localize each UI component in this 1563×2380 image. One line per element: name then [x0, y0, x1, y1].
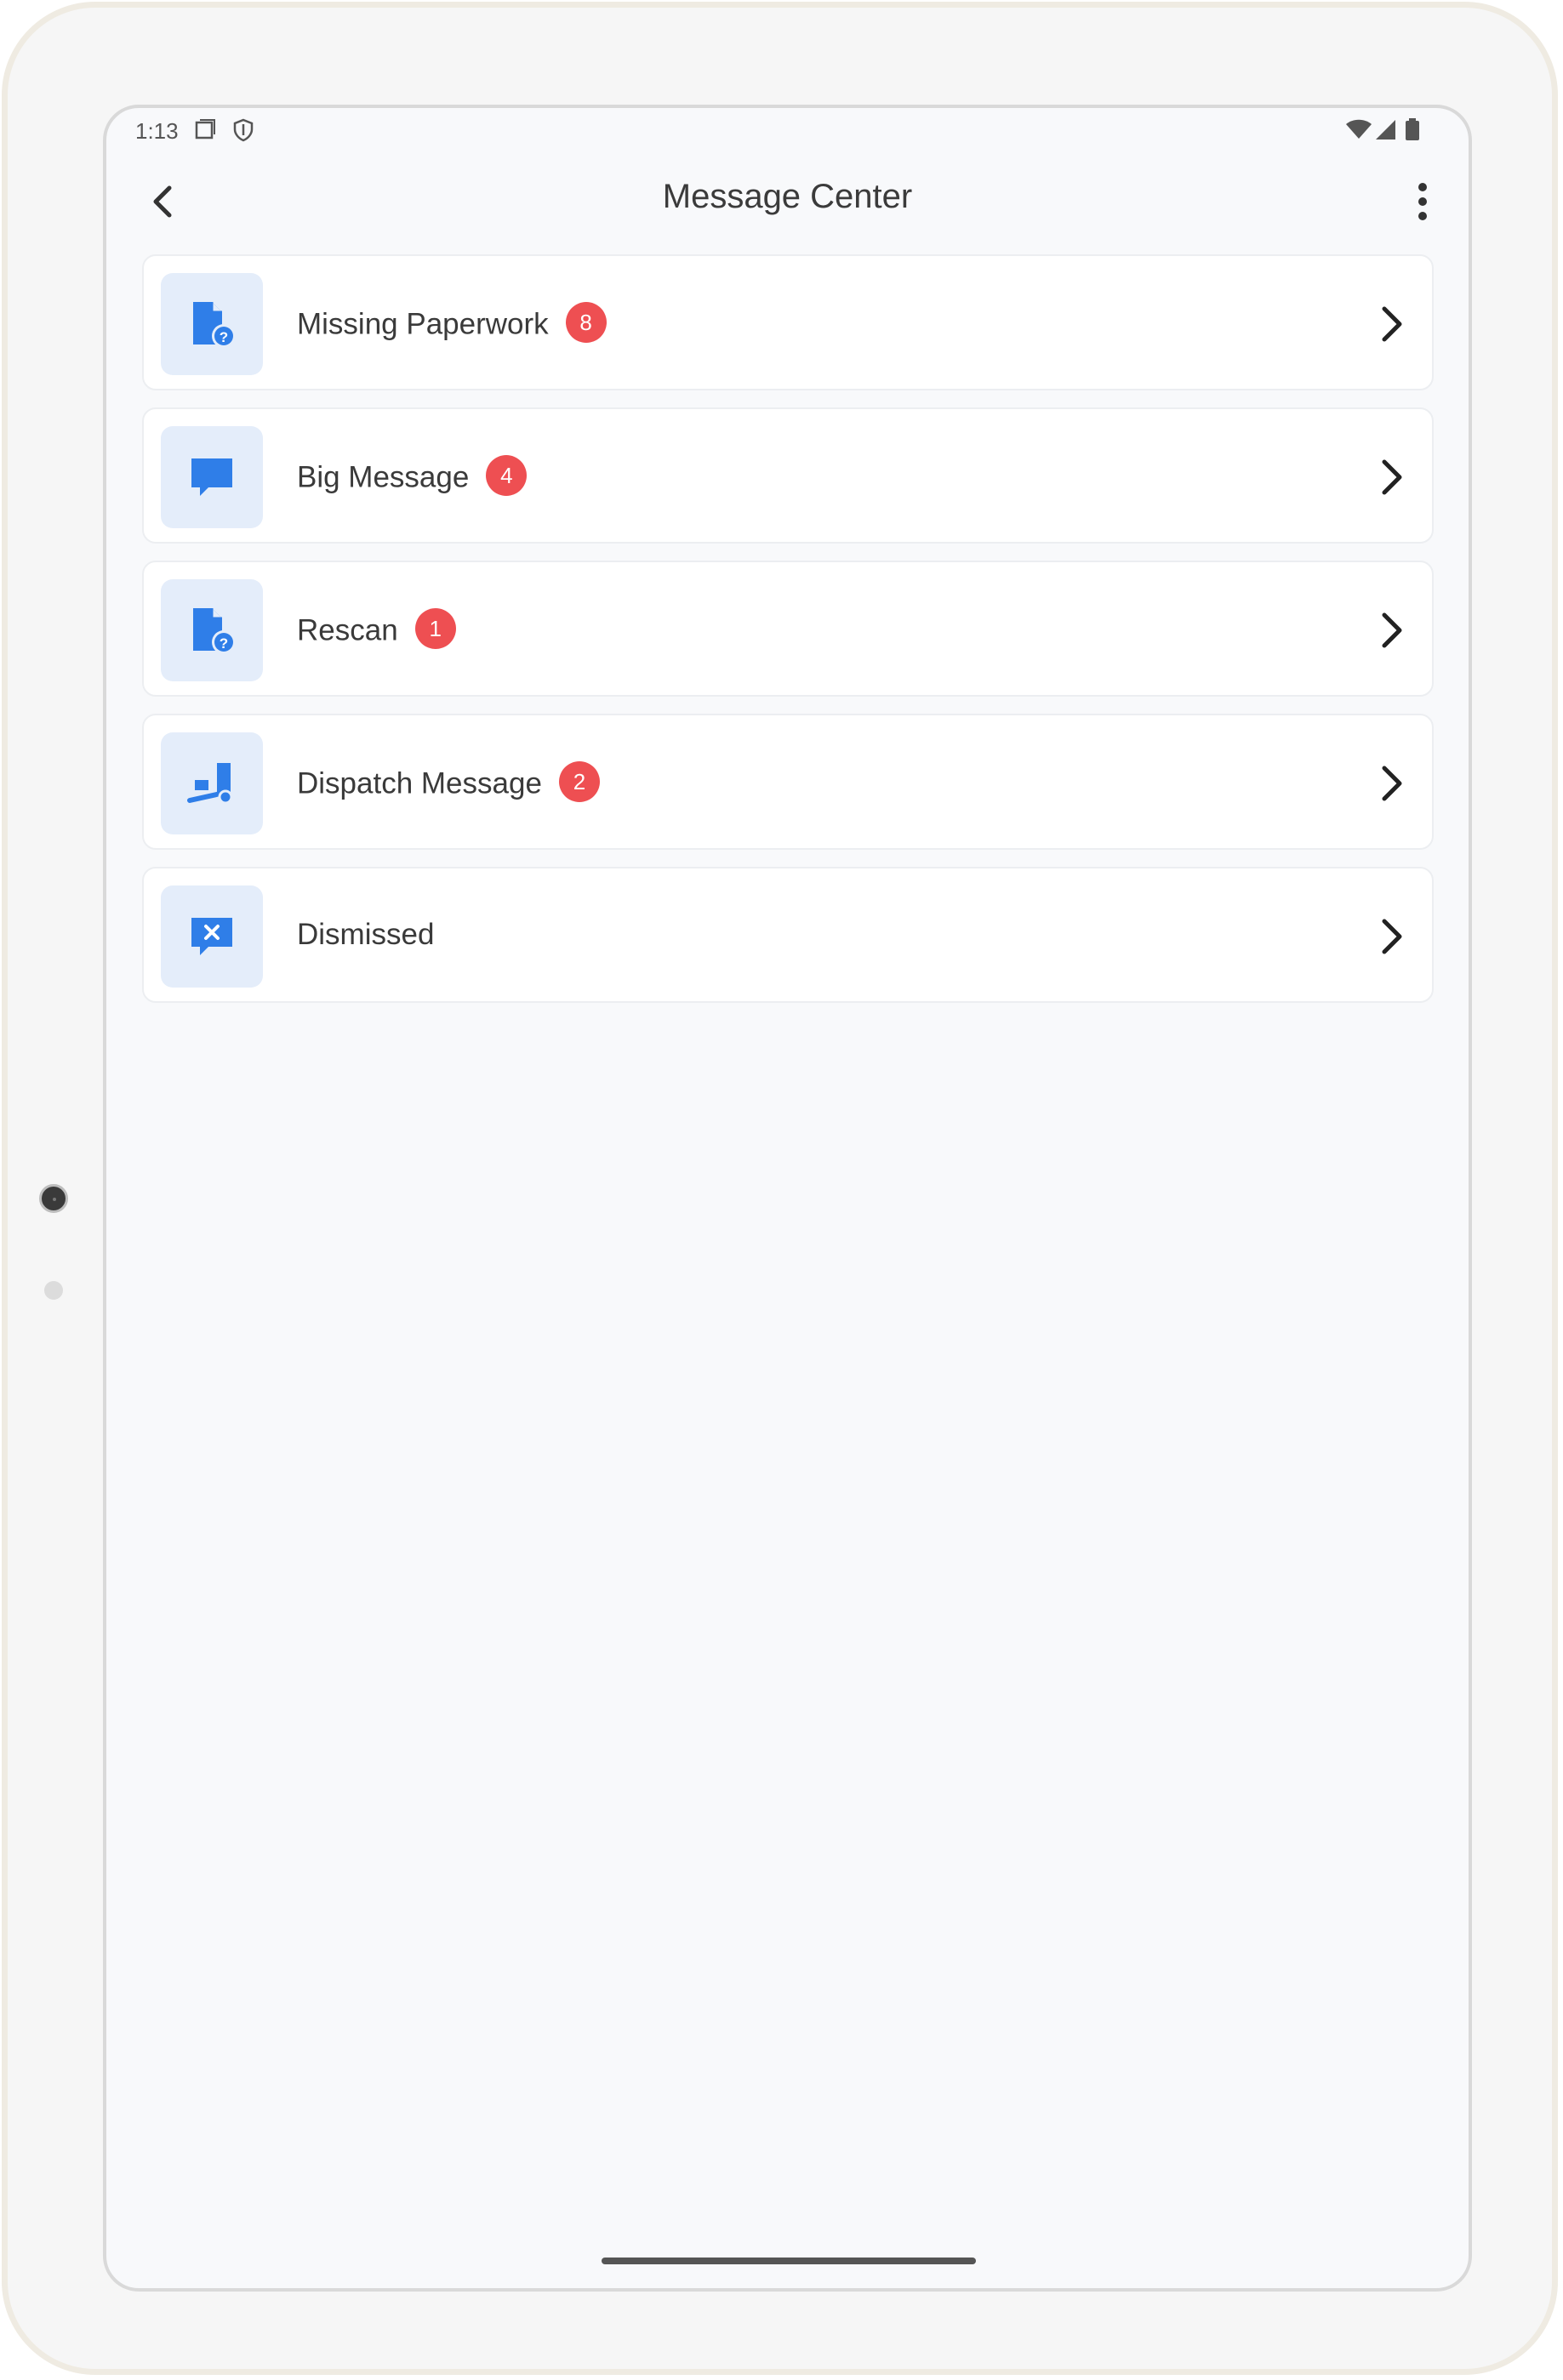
- chevron-right-icon: [1382, 766, 1402, 801]
- list-item-rescan[interactable]: ? Rescan 1: [142, 561, 1434, 697]
- top-app-bar: Message Center: [106, 159, 1469, 254]
- chat-close-icon: [191, 918, 232, 955]
- list-item-missing-paperwork[interactable]: ? Missing Paperwork 8: [142, 254, 1434, 390]
- sensor-icon: [44, 1281, 63, 1300]
- svg-text:?: ?: [220, 329, 228, 345]
- more-vert-icon: [1418, 183, 1427, 220]
- icon-tile: ?: [161, 273, 263, 375]
- chat-bubble-icon: [191, 458, 232, 496]
- home-indicator[interactable]: [602, 2258, 976, 2264]
- screenshot-icon: [195, 119, 215, 139]
- item-label: Dismissed: [297, 918, 435, 951]
- document-question-icon: ?: [193, 608, 236, 654]
- chevron-right-icon: [1382, 612, 1402, 648]
- battery-icon: [1406, 118, 1419, 140]
- screen: 1:13 Message Center ? Missing Paperwork …: [103, 105, 1472, 2292]
- document-question-icon: ?: [193, 302, 236, 348]
- status-bar: 1:13: [106, 108, 1469, 156]
- tablet-frame: 1:13 Message Center ? Missing Paperwork …: [2, 2, 1558, 2375]
- chevron-right-icon: [1382, 459, 1402, 495]
- list-item-big-message[interactable]: Big Message 4: [142, 407, 1434, 544]
- wifi-icon: [1346, 119, 1372, 139]
- chevron-right-icon: [1382, 919, 1402, 954]
- count-badge: 2: [558, 761, 600, 802]
- truck-icon: [187, 763, 233, 805]
- signal-icon: [1376, 120, 1395, 139]
- item-label: Dispatch Message 2: [297, 761, 600, 806]
- chevron-right-icon: [1382, 306, 1402, 342]
- status-time: 1:13: [135, 118, 179, 144]
- icon-tile: ?: [161, 579, 263, 681]
- message-category-list: ? Missing Paperwork 8 Big Message 4 ? Re…: [142, 254, 1434, 1020]
- icon-tile: [161, 732, 263, 834]
- camera-icon: [39, 1184, 68, 1213]
- shield-icon: [233, 118, 254, 142]
- item-label: Rescan 1: [297, 608, 456, 652]
- more-options-button[interactable]: [1397, 176, 1448, 227]
- count-badge: 1: [414, 608, 456, 649]
- icon-tile: [161, 426, 263, 528]
- list-item-dismissed[interactable]: Dismissed: [142, 867, 1434, 1003]
- count-badge: 8: [565, 302, 607, 343]
- icon-tile: [161, 885, 263, 988]
- item-label: Missing Paperwork 8: [297, 302, 607, 346]
- list-item-dispatch-message[interactable]: Dispatch Message 2: [142, 714, 1434, 850]
- item-label: Big Message 4: [297, 455, 528, 499]
- svg-text:?: ?: [220, 635, 228, 652]
- page-title: Message Center: [662, 178, 913, 215]
- count-badge: 4: [486, 455, 528, 496]
